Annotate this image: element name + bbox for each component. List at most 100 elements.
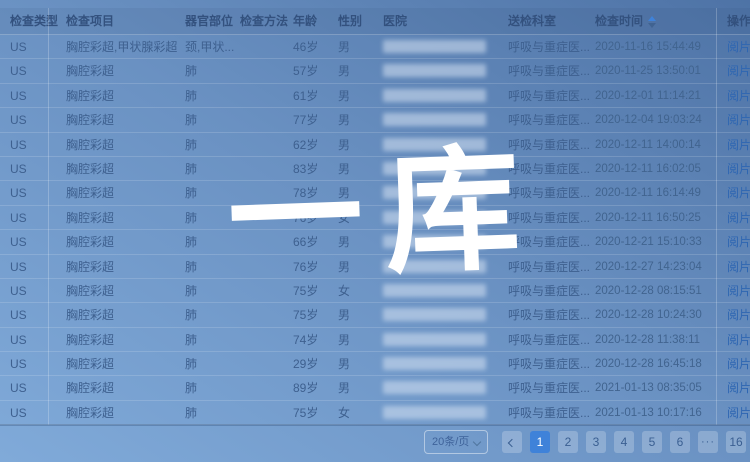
- sort-asc-icon[interactable]: [648, 16, 656, 21]
- view-images-link[interactable]: 阅片: [727, 162, 750, 176]
- cell-exam-type: US: [10, 279, 60, 303]
- cell-sex: 男: [338, 108, 378, 132]
- cell-method: [240, 255, 292, 279]
- cell-method: [240, 401, 292, 425]
- page-button-2[interactable]: 2: [558, 431, 578, 453]
- cell-sex: 男: [338, 376, 378, 400]
- page-button-4[interactable]: 4: [614, 431, 634, 453]
- page-button-3[interactable]: 3: [586, 431, 606, 453]
- cell-dept: 呼吸与重症医...: [508, 108, 594, 132]
- view-images-link[interactable]: 阅片: [727, 40, 750, 54]
- cell-age: 75岁: [293, 279, 337, 303]
- cell-exam-time: 2020-12-11 16:14:49: [595, 181, 713, 205]
- view-images-link[interactable]: 阅片: [727, 406, 750, 420]
- cell-dept: 呼吸与重症医...: [508, 376, 594, 400]
- cell-dept: 呼吸与重症医...: [508, 279, 594, 303]
- cell-dept: 呼吸与重症医...: [508, 35, 594, 59]
- col-header-exam-item: 检查项目: [66, 8, 114, 35]
- cell-dept: 呼吸与重症医...: [508, 352, 594, 376]
- cell-method: [240, 279, 292, 303]
- cell-exam-time: 2020-12-27 14:23:04: [595, 255, 713, 279]
- view-images-link[interactable]: 阅片: [727, 89, 750, 103]
- cell-sex: 男: [338, 303, 378, 327]
- view-images-link[interactable]: 阅片: [727, 138, 750, 152]
- view-images-link[interactable]: 阅片: [727, 357, 750, 371]
- cell-exam-time: 2020-12-28 10:24:30: [595, 303, 713, 327]
- sort-desc-icon[interactable]: [648, 23, 656, 28]
- view-images-link[interactable]: 阅片: [727, 113, 750, 127]
- col-header-sex: 性别: [338, 8, 362, 35]
- table-bottom-border: [0, 424, 750, 426]
- prev-page-button[interactable]: [502, 431, 522, 453]
- cell-method: [240, 328, 292, 352]
- view-images-link[interactable]: 阅片: [727, 381, 750, 395]
- view-images-link[interactable]: 阅片: [727, 333, 750, 347]
- cell-exam-item: 胸腔彩超,甲状腺彩超: [66, 35, 184, 59]
- col-header-hospital: 医院: [383, 8, 407, 35]
- view-images-link[interactable]: 阅片: [727, 308, 750, 322]
- cell-organ: 肺: [185, 279, 239, 303]
- view-images-link[interactable]: 阅片: [727, 284, 750, 298]
- cell-dept: 呼吸与重症医...: [508, 133, 594, 157]
- page-size-select[interactable]: 20条/页: [424, 430, 488, 454]
- cell-sex: 男: [338, 328, 378, 352]
- page-button-1[interactable]: 1: [530, 431, 550, 453]
- cell-exam-item: 胸腔彩超: [66, 376, 184, 400]
- view-images-link[interactable]: 阅片: [727, 235, 750, 249]
- cell-exam-type: US: [10, 328, 60, 352]
- cell-sex: 男: [338, 84, 378, 108]
- cell-age: 61岁: [293, 84, 337, 108]
- page-button-16[interactable]: 16: [726, 431, 746, 453]
- cell-dept: 呼吸与重症医...: [508, 401, 594, 425]
- cell-age: 76岁: [293, 255, 337, 279]
- more-pages-button[interactable]: ···: [698, 431, 718, 453]
- cell-exam-item: 胸腔彩超: [66, 59, 184, 83]
- cell-dept: 呼吸与重症医...: [508, 59, 594, 83]
- table-row: US 胸腔彩超 肺 66岁 男 呼吸与重症医... 2020-12-21 15:…: [0, 230, 750, 254]
- table-row: US 胸腔彩超 肺 29岁 男 呼吸与重症医... 2020-12-28 16:…: [0, 352, 750, 376]
- view-images-link[interactable]: 阅片: [727, 260, 750, 274]
- table-row: US 胸腔彩超 肺 74岁 男 呼吸与重症医... 2020-12-28 11:…: [0, 328, 750, 352]
- page-button-6[interactable]: 6: [670, 431, 690, 453]
- cell-age: 76岁: [293, 206, 337, 230]
- cell-hospital-redacted-blur: [383, 211, 486, 224]
- col-header-exam-time-label: 检查时间: [595, 14, 643, 28]
- cell-method: [240, 108, 292, 132]
- col-header-exam-type: 检查类型: [10, 8, 58, 35]
- cell-exam-time: 2020-12-04 19:03:24: [595, 108, 713, 132]
- cell-age: 78岁: [293, 181, 337, 205]
- cell-dept: 呼吸与重症医...: [508, 303, 594, 327]
- cell-organ: 肺: [185, 108, 239, 132]
- cell-method: [240, 84, 292, 108]
- cell-exam-item: 胸腔彩超: [66, 84, 184, 108]
- cell-method: [240, 230, 292, 254]
- cell-hospital-redacted-blur: [383, 357, 486, 370]
- col-header-exam-time[interactable]: 检查时间: [595, 8, 656, 35]
- cell-exam-type: US: [10, 84, 60, 108]
- view-images-link[interactable]: 阅片: [727, 186, 750, 200]
- cell-hospital-redacted-blur: [383, 40, 486, 53]
- page-buttons: 123456 ··· 16: [530, 431, 746, 453]
- sort-icon[interactable]: [648, 16, 656, 28]
- cell-method: [240, 157, 292, 181]
- chevron-left-icon: [508, 439, 516, 447]
- cell-exam-time: 2021-01-13 08:35:05: [595, 376, 713, 400]
- cell-organ: 肺: [185, 59, 239, 83]
- pagination-bar: 20条/页 123456 ··· 16: [424, 430, 746, 454]
- table-row: US 胸腔彩超 肺 75岁 女 呼吸与重症医... 2020-12-28 08:…: [0, 279, 750, 303]
- cell-age: 46岁: [293, 35, 337, 59]
- cell-exam-type: US: [10, 157, 60, 181]
- cell-sex: 女: [338, 206, 378, 230]
- cell-age: 66岁: [293, 230, 337, 254]
- cell-dept: 呼吸与重症医...: [508, 206, 594, 230]
- cell-exam-type: US: [10, 401, 60, 425]
- cell-exam-item: 胸腔彩超: [66, 157, 184, 181]
- page-button-5[interactable]: 5: [642, 431, 662, 453]
- view-images-link[interactable]: 阅片: [727, 211, 750, 225]
- cell-organ: 肺: [185, 401, 239, 425]
- cell-exam-time: 2020-12-28 08:15:51: [595, 279, 713, 303]
- view-images-link[interactable]: 阅片: [727, 64, 750, 78]
- fixed-left-column-divider: [48, 8, 49, 425]
- col-header-organ: 器官部位: [185, 8, 233, 35]
- cell-hospital-redacted-blur: [383, 406, 486, 419]
